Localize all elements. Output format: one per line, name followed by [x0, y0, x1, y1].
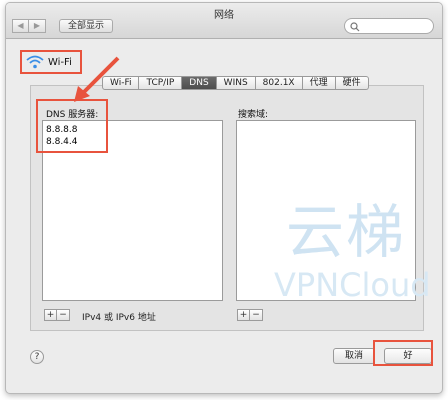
tab-tcpip[interactable]: TCP/IP: [139, 76, 183, 90]
help-button[interactable]: ?: [30, 350, 44, 364]
dns-highlight-box: [36, 99, 108, 153]
tab-proxy[interactable]: 代理: [302, 76, 336, 90]
remove-domain-button[interactable]: −: [250, 309, 263, 321]
add-domain-button[interactable]: +: [237, 309, 250, 321]
remove-dns-button[interactable]: −: [57, 309, 70, 321]
network-window: 网络 ◀ ▶ 全部显示 Wi-Fi Wi-Fi TCP/IP DNS WINS …: [5, 2, 443, 394]
watermark-subtitle: VPNCloud: [274, 266, 431, 304]
ip-format-note: IPv4 或 IPv6 地址: [82, 313, 156, 323]
cancel-button[interactable]: 取消: [333, 348, 375, 364]
nav-group: ◀ ▶: [12, 19, 46, 33]
back-button[interactable]: ◀: [12, 19, 29, 33]
tab-bar: Wi-Fi TCP/IP DNS WINS 802.1X 代理 硬件: [102, 76, 369, 90]
tab-wifi[interactable]: Wi-Fi: [102, 76, 140, 90]
show-all-button[interactable]: 全部显示: [59, 19, 114, 33]
tab-hardware[interactable]: 硬件: [335, 76, 369, 90]
forward-button[interactable]: ▶: [29, 19, 46, 33]
ok-highlight-box: [373, 340, 433, 366]
watermark-title: 云梯: [286, 198, 407, 266]
add-dns-button[interactable]: +: [44, 309, 57, 321]
tab-dns[interactable]: DNS: [182, 76, 217, 90]
domain-add-remove: + −: [237, 309, 263, 321]
tab-wins[interactable]: WINS: [216, 76, 256, 90]
tab-8021x[interactable]: 802.1X: [255, 76, 303, 90]
wifi-icon: [26, 55, 44, 69]
wifi-label: Wi-Fi: [48, 56, 72, 68]
search-input[interactable]: [344, 18, 434, 34]
search-domains-label: 搜索域:: [238, 110, 269, 120]
titlebar: 网络 ◀ ▶ 全部显示: [6, 3, 442, 39]
wifi-service-header: Wi-Fi: [20, 50, 82, 74]
dns-add-remove: + −: [44, 309, 70, 321]
search-icon: [350, 22, 360, 32]
